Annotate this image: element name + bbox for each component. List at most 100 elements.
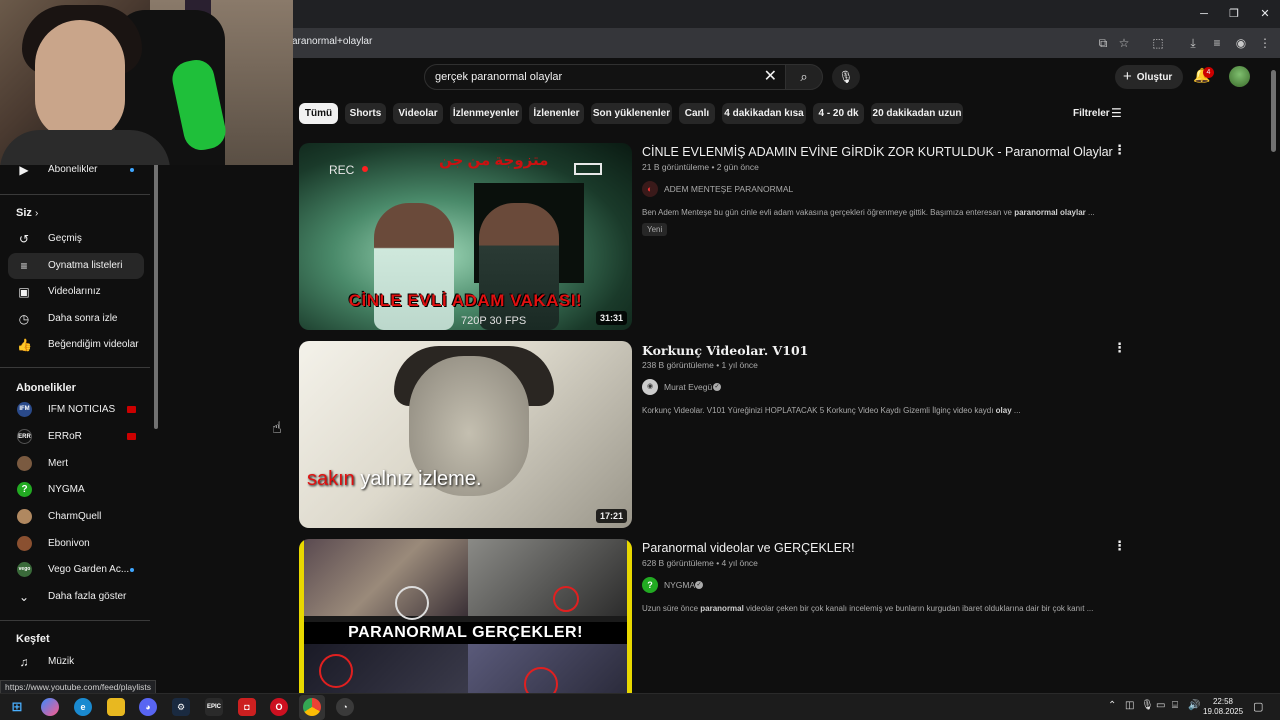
- clock-icon: ◷: [18, 312, 30, 326]
- sidebar-channel-nygma[interactable]: ? NYGMA: [8, 477, 144, 503]
- music-note-icon: ♫: [19, 655, 29, 669]
- video-description: Uzun süre önce paranormal videolar çeken…: [642, 604, 1094, 613]
- sidebar-item-watch-later[interactable]: ◷ Daha sonra izle: [8, 306, 144, 332]
- channel-avatar: [17, 509, 32, 524]
- sidebar-subs-header: Abonelikler: [16, 382, 76, 394]
- filters-button[interactable]: Filtreler: [1073, 108, 1110, 119]
- video-title[interactable]: Korkunç Videolar. V101: [642, 343, 808, 358]
- search-button[interactable]: ⌕: [785, 64, 823, 90]
- account-avatar[interactable]: [1229, 66, 1250, 87]
- sidebar-channel-vego[interactable]: vego Vego Garden Ac...: [8, 557, 144, 583]
- tray-network-icon[interactable]: ⌸: [1172, 700, 1178, 711]
- chevron-right-icon: ›: [34, 208, 39, 219]
- sliders-icon[interactable]: ☰: [1111, 106, 1122, 120]
- edge-icon[interactable]: e: [74, 698, 92, 716]
- more-options-icon[interactable]: ⋮: [1113, 538, 1126, 554]
- profile-icon[interactable]: ◉: [1233, 35, 1249, 51]
- battery-icon: [574, 163, 602, 175]
- copilot-icon[interactable]: [41, 698, 59, 716]
- video-title[interactable]: Paranormal videolar ve GERÇEKLER!: [642, 541, 855, 555]
- create-button[interactable]: + Oluştur: [1115, 65, 1183, 89]
- notification-center-icon[interactable]: ▢: [1253, 700, 1263, 713]
- steam-icon[interactable]: ⚙: [172, 698, 190, 716]
- chrome-icon[interactable]: [303, 698, 321, 716]
- channel-avatar: ?: [17, 482, 32, 497]
- extensions-icon[interactable]: ⬚: [1150, 35, 1166, 51]
- restore-icon[interactable]: ❐: [1225, 6, 1243, 22]
- sidebar-channel-ifm[interactable]: IFM IFM NOTICIAS: [8, 397, 144, 423]
- windows-start-icon[interactable]: ⊞: [8, 698, 26, 716]
- sidebar-item-liked[interactable]: 👍 Beğendiğim videolar: [8, 332, 144, 358]
- discord-icon[interactable]: ◕: [139, 698, 157, 716]
- sidebar-channel-mert[interactable]: Mert: [8, 451, 144, 477]
- chip-under-4[interactable]: 4 dakikadan kısa: [722, 103, 806, 124]
- voice-search-button[interactable]: 🎙: [832, 64, 860, 90]
- sidebar-item-history[interactable]: ↺ Geçmiş: [8, 226, 144, 252]
- app-red-icon[interactable]: ◘: [238, 698, 256, 716]
- video-thumbnail[interactable]: REC متزوجة من جن CİNLE EVLİ ADAM VAKASI!…: [299, 143, 632, 330]
- url-text[interactable]: aranormal+olaylar: [292, 36, 372, 47]
- chevron-down-icon: ⌄: [18, 590, 30, 604]
- video-title[interactable]: CİNLE EVLENMİŞ ADAMIN EVİNE GİRDİK ZOR K…: [642, 145, 1113, 159]
- hand-cursor-icon: ☝: [272, 420, 282, 437]
- sidebar-channel-error[interactable]: ERR ERRoR: [8, 424, 144, 450]
- your-videos-icon: ▣: [18, 285, 30, 299]
- sidebar-item-your-videos[interactable]: ▣ Videolarınız: [8, 279, 144, 305]
- opera-icon[interactable]: O: [270, 698, 288, 716]
- downloads-icon[interactable]: ⤓: [1185, 35, 1201, 51]
- sidebar-item-music[interactable]: ♫ Müzik: [8, 649, 144, 675]
- sidebar-you-header[interactable]: Siz ›: [16, 207, 38, 219]
- more-options-icon[interactable]: ⋮: [1113, 142, 1126, 158]
- bookmark-star-icon[interactable]: ☆: [1116, 35, 1132, 51]
- chip-recent[interactable]: Son yüklenenler: [591, 103, 672, 124]
- epic-games-icon[interactable]: EPIC: [205, 698, 223, 716]
- sidebar-item-playlists[interactable]: ≡ Oynatma listeleri: [8, 253, 144, 279]
- search-query-text: gerçek paranormal olaylar: [435, 71, 563, 83]
- chip-videos[interactable]: Videolar: [393, 103, 443, 124]
- clear-search-icon[interactable]: ✕: [764, 68, 777, 86]
- link-hover-status: https://www.youtube.com/feed/playlists: [0, 680, 156, 694]
- reading-list-icon[interactable]: ≡: [1209, 35, 1225, 51]
- history-icon: ↺: [18, 232, 30, 246]
- channel-avatar: [17, 536, 32, 551]
- channel-avatar: IFM: [17, 402, 32, 417]
- close-window-icon[interactable]: ✕: [1256, 6, 1274, 22]
- page-scrollbar[interactable]: [1271, 70, 1276, 152]
- tray-volume-icon[interactable]: 🔊: [1188, 700, 1200, 711]
- search-input[interactable]: gerçek paranormal olaylar ✕: [424, 64, 786, 90]
- subscriptions-icon: ▶: [19, 163, 29, 177]
- sidebar-channel-charmquell[interactable]: CharmQuell: [8, 504, 144, 530]
- video-description: Ben Adem Menteşe bu gün cinle evli adam …: [642, 208, 1095, 217]
- chip-live[interactable]: Canlı: [679, 103, 715, 124]
- video-thumbnail[interactable]: sakın yalnız izleme. 17:21: [299, 341, 632, 528]
- chip-4-20[interactable]: 4 - 20 dk: [813, 103, 864, 124]
- channel-avatar: ?: [642, 577, 658, 593]
- channel-avatar: [17, 456, 32, 471]
- video-meta: 628 B görüntüleme • 4 yıl önce: [642, 558, 758, 568]
- minimize-icon[interactable]: ─: [1195, 6, 1213, 22]
- live-indicator-icon: [127, 406, 136, 413]
- video-thumbnail[interactable]: PARANORMAL GERÇEKLER!: [299, 539, 632, 693]
- file-explorer-icon[interactable]: [107, 698, 125, 716]
- app-gauge-icon[interactable]: ◔: [336, 698, 354, 716]
- install-app-icon[interactable]: ⧉: [1095, 35, 1111, 51]
- chip-unwatched[interactable]: İzlenmeyenler: [450, 103, 522, 124]
- sidebar-explore-header: Keşfet: [16, 633, 50, 645]
- tray-app-icon[interactable]: ◫: [1125, 700, 1134, 711]
- chip-watched[interactable]: İzlenenler: [529, 103, 584, 124]
- chip-all[interactable]: Tümü: [299, 103, 338, 124]
- new-content-dot: [130, 168, 134, 172]
- more-options-icon[interactable]: ⋮: [1113, 340, 1126, 356]
- sidebar-channel-ebonivon[interactable]: Ebonivon: [8, 531, 144, 557]
- video-meta: 238 B görüntüleme • 1 yıl önce: [642, 360, 758, 370]
- chip-shorts[interactable]: Shorts: [345, 103, 386, 124]
- sidebar-scrollbar[interactable]: [154, 163, 158, 429]
- tray-chevron-up-icon[interactable]: ⌃: [1108, 700, 1116, 711]
- tray-clock[interactable]: 22:58 19.08.2025: [1203, 697, 1243, 717]
- browser-menu-icon[interactable]: ⋮: [1257, 35, 1273, 51]
- tray-display-icon[interactable]: ▭: [1156, 700, 1165, 711]
- search-icon: ⌕: [800, 69, 808, 84]
- tray-mic-icon[interactable]: 🎙: [1141, 700, 1154, 711]
- sidebar-show-more[interactable]: ⌄ Daha fazla göster: [8, 584, 144, 610]
- chip-over-20[interactable]: 20 dakikadan uzun: [871, 103, 963, 124]
